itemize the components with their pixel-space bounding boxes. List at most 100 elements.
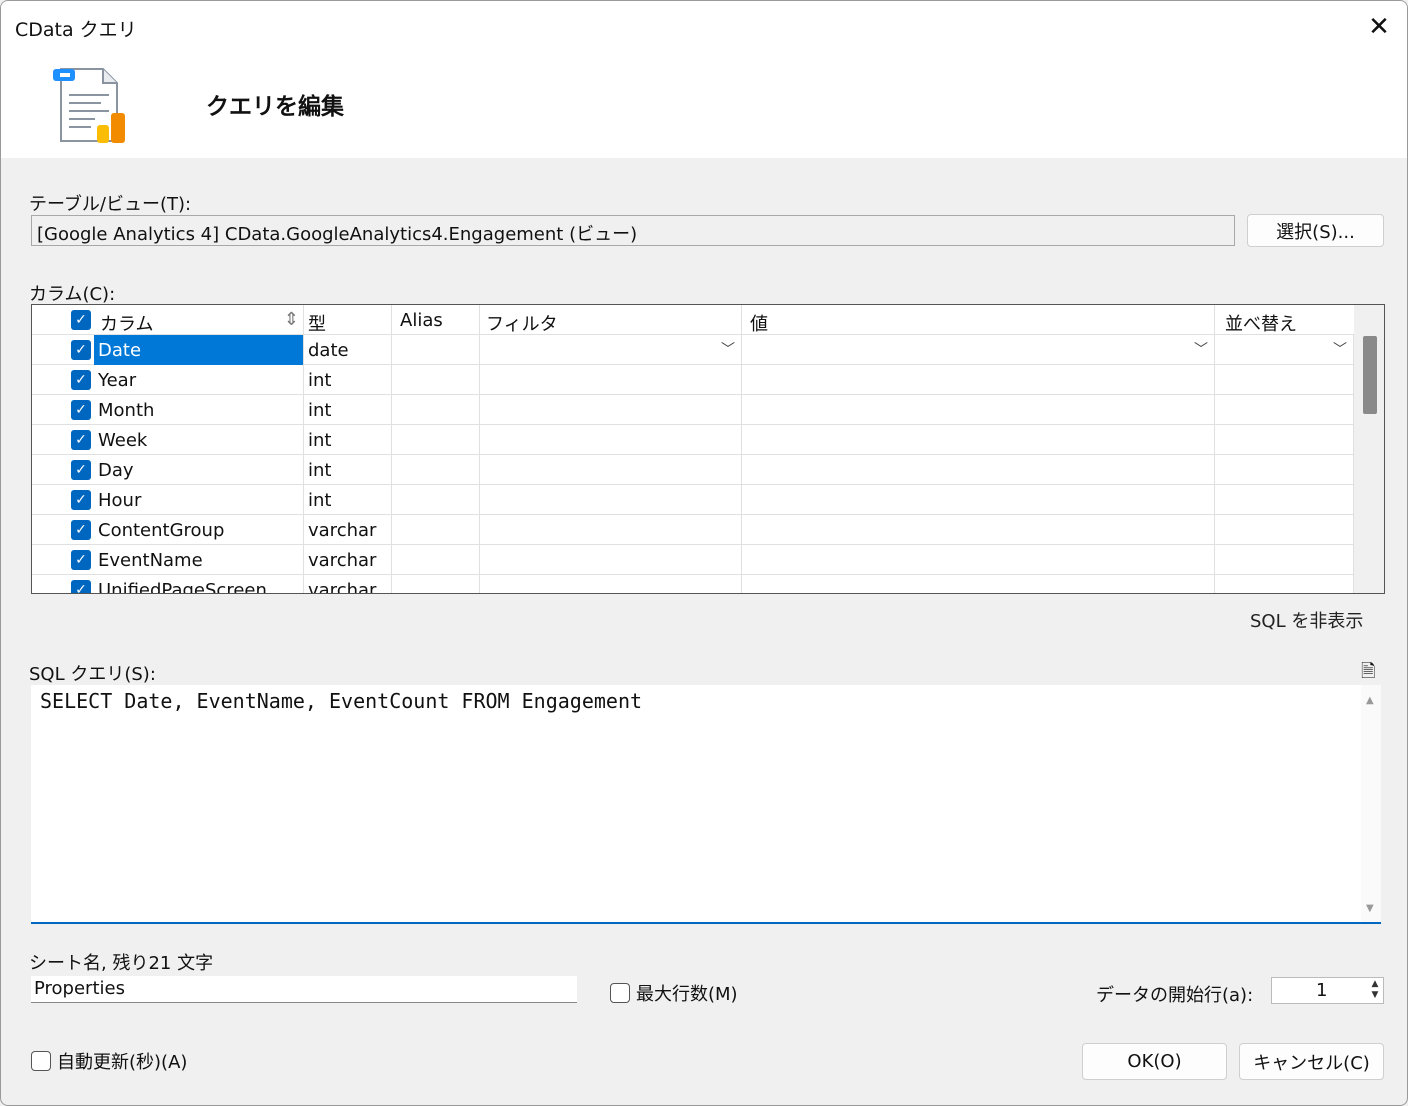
value-cell[interactable]: ﹀ (742, 335, 1215, 365)
chevron-down-icon[interactable]: ﹀ (1194, 339, 1208, 359)
column-type: int (304, 395, 392, 425)
value-cell[interactable] (742, 455, 1215, 485)
value-cell[interactable] (742, 425, 1215, 455)
sort-cell[interactable] (1215, 485, 1354, 515)
sort-cell[interactable] (1215, 575, 1354, 593)
value-cell[interactable] (742, 515, 1215, 545)
sql-query-editor[interactable]: SELECT Date, EventName, EventCount FROM … (31, 685, 1381, 924)
dialog-heading: クエリを編集 (206, 94, 344, 120)
alias-cell[interactable] (392, 395, 480, 425)
column-type: varchar (304, 545, 392, 575)
columns-grid: ✓ カラム ⇕ 型 Alias フィルタ 値 並べ替え ✓ Date date ﹀… (31, 304, 1385, 594)
value-cell[interactable] (742, 485, 1215, 515)
chevron-down-icon[interactable]: ﹀ (721, 339, 735, 359)
sort-cell[interactable] (1215, 515, 1354, 545)
column-name[interactable]: Hour (94, 485, 304, 515)
alias-cell[interactable] (392, 455, 480, 485)
sql-scrollbar[interactable]: ▲ ▼ (1361, 685, 1381, 922)
scroll-down-icon[interactable]: ▼ (1366, 903, 1374, 914)
column-row[interactable]: ✓ EventName varchar (32, 545, 1354, 575)
alias-cell[interactable] (392, 425, 480, 455)
value-cell[interactable] (742, 545, 1215, 575)
spinner-arrows-icon[interactable]: ▲ ▼ (1368, 979, 1382, 1001)
column-row[interactable]: ✓ Week int (32, 425, 1354, 455)
filter-cell[interactable] (480, 485, 742, 515)
column-checkbox[interactable]: ✓ (71, 370, 91, 390)
query-document-icon (53, 68, 125, 143)
chevron-down-icon[interactable]: ﹀ (1333, 339, 1347, 359)
sort-cell[interactable] (1215, 395, 1354, 425)
value-cell[interactable] (742, 575, 1215, 593)
scroll-up-icon[interactable]: ▲ (1366, 695, 1374, 706)
filter-cell[interactable] (480, 515, 742, 545)
filter-cell[interactable] (480, 575, 742, 593)
filter-cell[interactable] (480, 365, 742, 395)
alias-cell[interactable] (392, 485, 480, 515)
alias-cell[interactable] (392, 365, 480, 395)
column-checkbox[interactable]: ✓ (71, 580, 91, 593)
filter-cell[interactable] (480, 545, 742, 575)
start-row-label: データの開始行(a): (1096, 985, 1254, 1006)
column-checkbox[interactable]: ✓ (71, 340, 91, 360)
filter-cell[interactable] (480, 395, 742, 425)
scrollbar-thumb[interactable] (1363, 336, 1377, 414)
filter-cell[interactable]: ﹀ (480, 335, 742, 365)
column-type: varchar (304, 515, 392, 545)
column-row[interactable]: ✓ Day int (32, 455, 1354, 485)
sql-query-label: SQL クエリ(S): (29, 664, 156, 685)
column-name[interactable]: ContentGroup (94, 515, 304, 545)
filter-cell[interactable] (480, 425, 742, 455)
column-name[interactable]: Year (94, 365, 304, 395)
checkbox-box[interactable] (31, 1051, 51, 1071)
column-row[interactable]: ✓ Month int (32, 395, 1354, 425)
column-name[interactable]: Day (94, 455, 304, 485)
sort-cell[interactable] (1215, 545, 1354, 575)
sort-updown-icon[interactable]: ⇕ (284, 309, 299, 330)
sort-cell[interactable]: ﹀ (1215, 335, 1354, 365)
sort-cell[interactable] (1215, 455, 1354, 485)
select-table-button[interactable]: 選択(S)... (1247, 214, 1384, 247)
alias-cell[interactable] (392, 545, 480, 575)
column-row[interactable]: ✓ Hour int (32, 485, 1354, 515)
column-type: varchar (304, 575, 392, 593)
hide-sql-link[interactable]: SQL を非表示 (1250, 607, 1363, 633)
column-row[interactable]: ✓ Year int (32, 365, 1354, 395)
grid-scrollbar[interactable] (1354, 305, 1384, 593)
close-icon[interactable]: ✕ (1365, 11, 1393, 43)
column-row[interactable]: ✓ UnifiedPageScreen varchar (32, 575, 1354, 593)
ok-button[interactable]: OK(O) (1082, 1043, 1227, 1080)
start-row-spinner[interactable]: 1 ▲ ▼ (1271, 977, 1384, 1004)
column-checkbox[interactable]: ✓ (71, 430, 91, 450)
column-checkbox[interactable]: ✓ (71, 400, 91, 420)
column-type: int (304, 425, 392, 455)
column-row[interactable]: ✓ ContentGroup varchar (32, 515, 1354, 545)
sort-cell[interactable] (1215, 365, 1354, 395)
filter-cell[interactable] (480, 455, 742, 485)
column-checkbox[interactable]: ✓ (71, 460, 91, 480)
column-checkbox[interactable]: ✓ (71, 550, 91, 570)
header-column[interactable]: カラム ⇕ (94, 305, 304, 335)
auto-refresh-checkbox[interactable]: 自動更新(秒)(A) (31, 1048, 187, 1074)
alias-cell[interactable] (392, 515, 480, 545)
value-cell[interactable] (742, 365, 1215, 395)
start-row-value[interactable]: 1 (1316, 980, 1327, 1001)
column-name[interactable]: EventName (94, 545, 304, 575)
column-row[interactable]: ✓ Date date ﹀ ﹀ ﹀ (32, 335, 1354, 365)
alias-cell[interactable] (392, 335, 480, 365)
column-checkbox[interactable]: ✓ (71, 520, 91, 540)
sort-cell[interactable] (1215, 425, 1354, 455)
column-name[interactable]: Month (94, 395, 304, 425)
select-all-checkbox[interactable]: ✓ (71, 310, 91, 330)
column-name[interactable]: UnifiedPageScreen (94, 575, 304, 593)
column-name[interactable]: Date (94, 335, 304, 365)
column-checkbox[interactable]: ✓ (71, 490, 91, 510)
column-name[interactable]: Week (94, 425, 304, 455)
alias-cell[interactable] (392, 575, 480, 593)
value-cell[interactable] (742, 395, 1215, 425)
sheet-name-label: シート名, 残り21 文字 (29, 953, 214, 974)
sheet-name-input[interactable]: Properties (31, 976, 577, 1003)
max-rows-checkbox[interactable]: 最大行数(M) (610, 980, 738, 1006)
cancel-button[interactable]: キャンセル(C) (1239, 1043, 1384, 1080)
checkbox-box[interactable] (610, 983, 630, 1003)
sql-query-text[interactable]: SELECT Date, EventName, EventCount FROM … (40, 689, 642, 713)
